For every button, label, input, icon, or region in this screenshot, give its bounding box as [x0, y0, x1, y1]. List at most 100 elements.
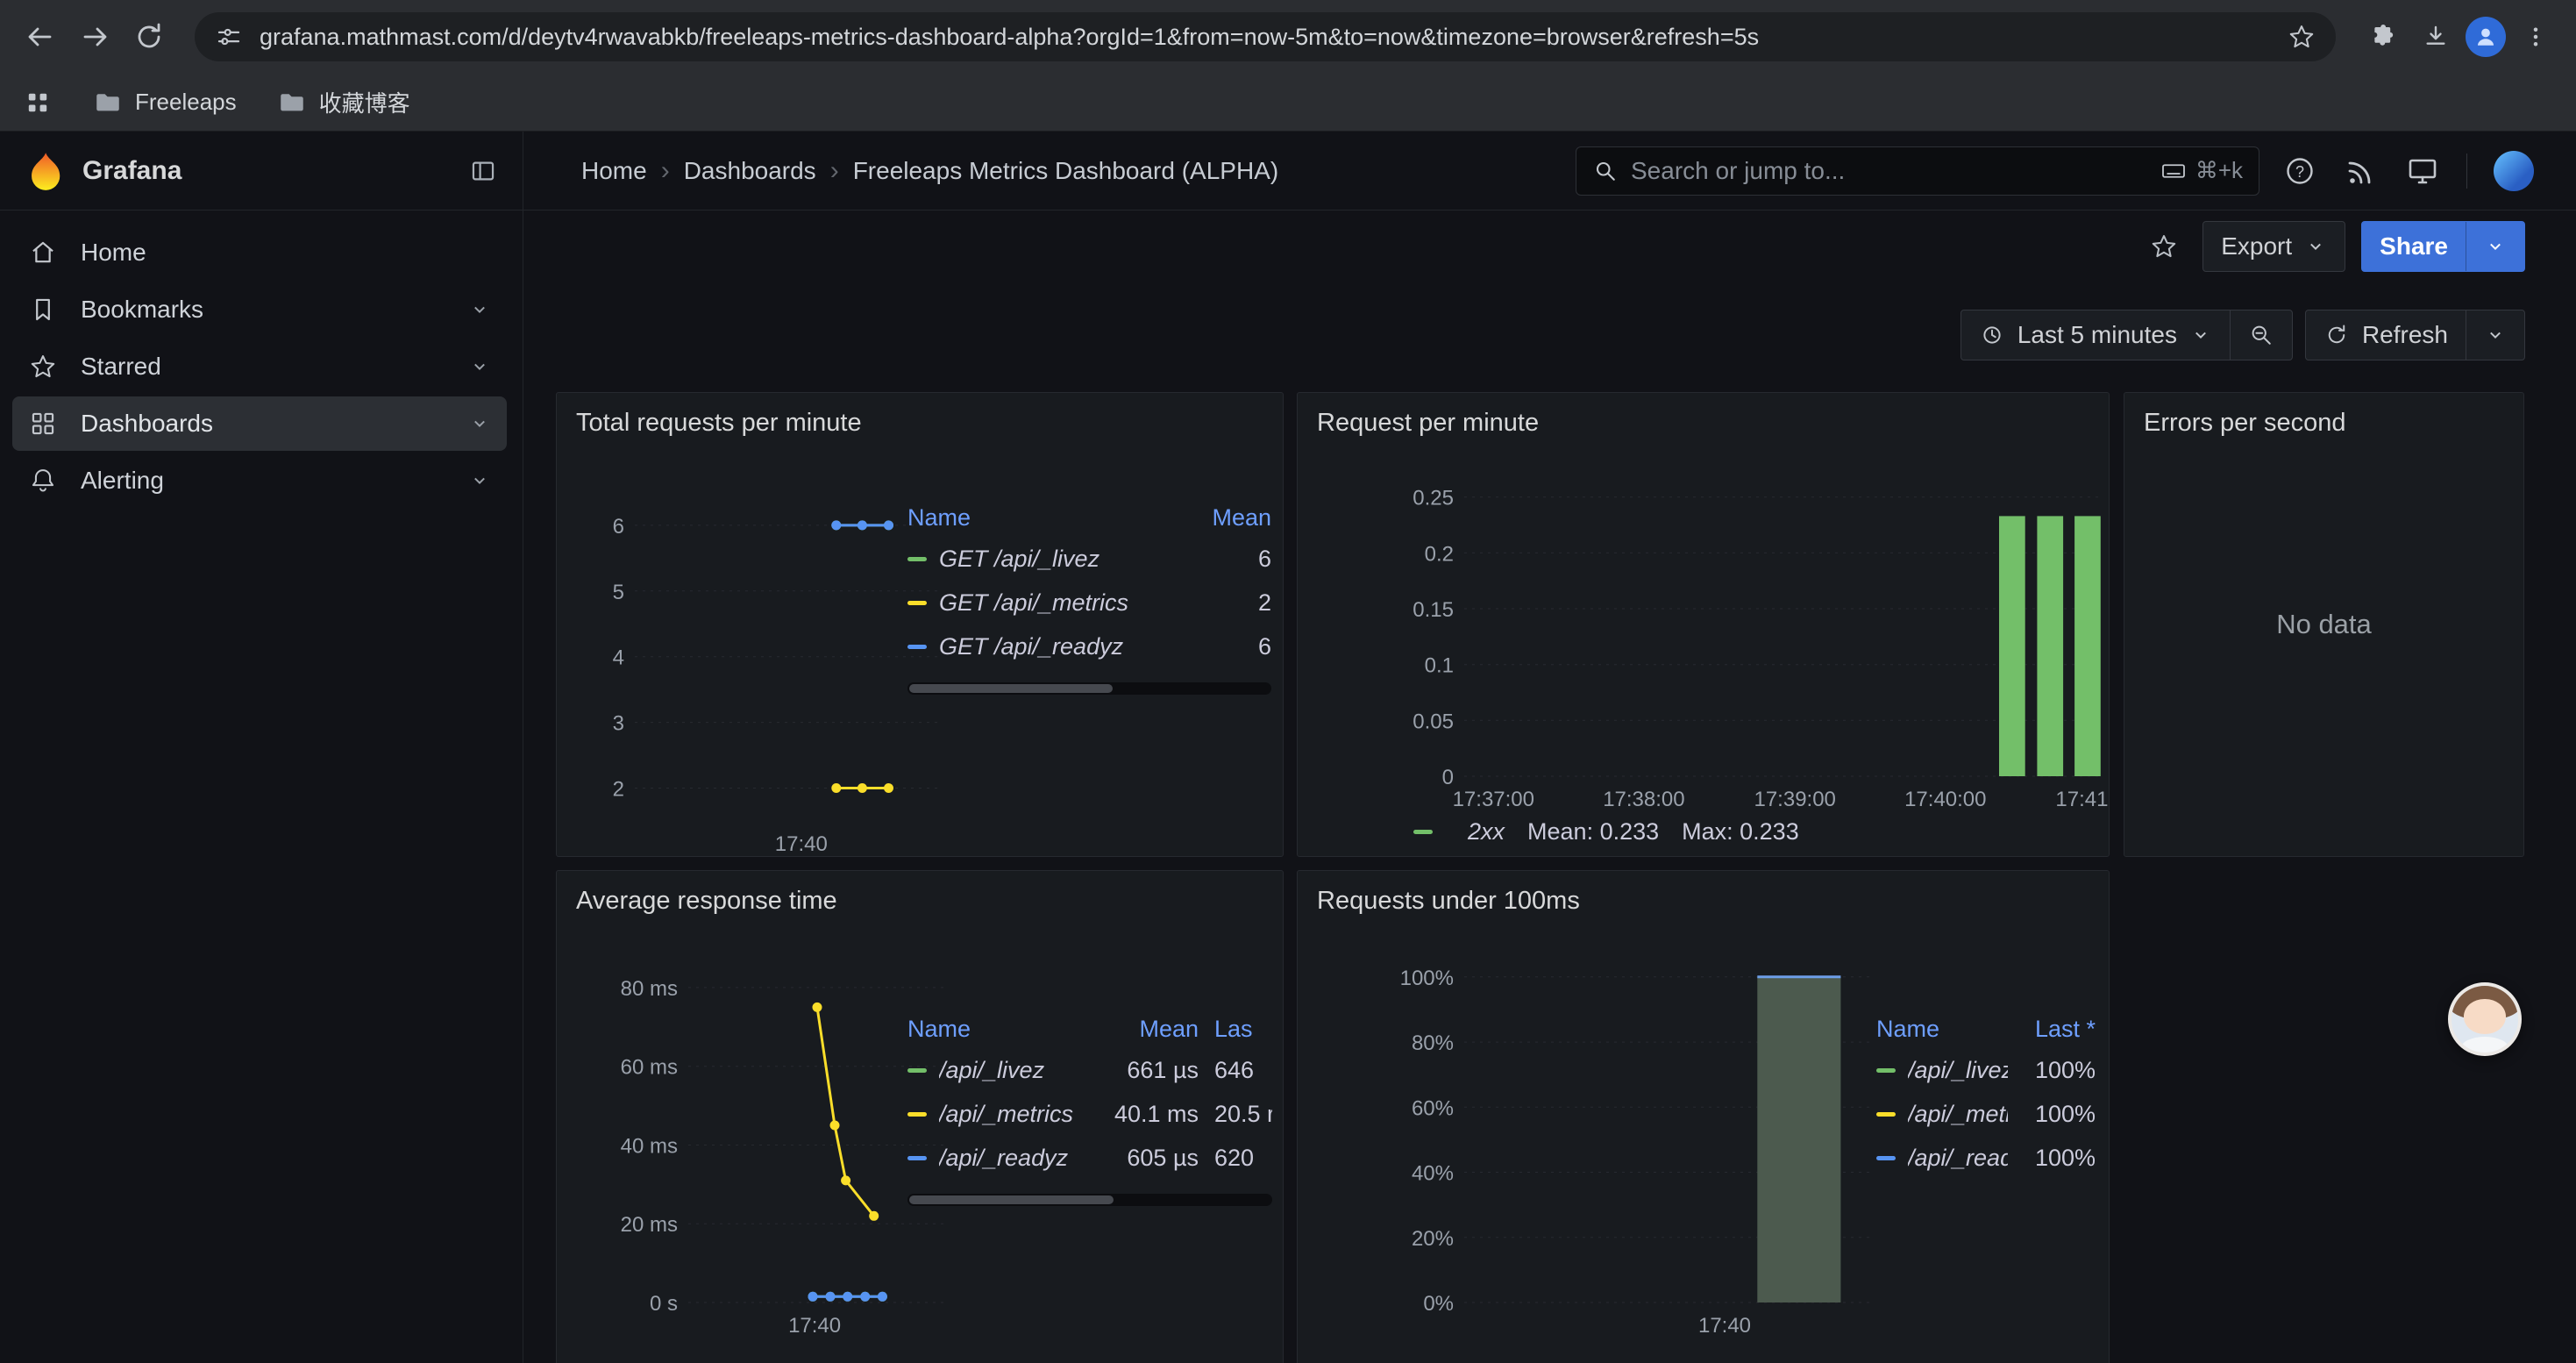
- browser-menu-icon[interactable]: [2511, 12, 2560, 61]
- legend-col-mean[interactable]: Mean: [1192, 504, 1271, 532]
- series-swatch: [907, 601, 927, 605]
- zoom-out-button[interactable]: [2230, 310, 2292, 360]
- share-menu-chevron[interactable]: [2466, 222, 2524, 271]
- bookmark-star-icon[interactable]: [2287, 22, 2316, 52]
- legend-header: Name Last *: [1876, 1010, 2096, 1048]
- panel-title[interactable]: Total requests per minute: [557, 393, 1283, 453]
- sidebar-item-starred[interactable]: Starred: [12, 339, 507, 394]
- chevron-down-icon[interactable]: [468, 469, 491, 492]
- sidebar-toggle-icon[interactable]: [468, 156, 498, 186]
- user-avatar[interactable]: [2494, 151, 2534, 191]
- scrollbar-thumb[interactable]: [909, 684, 1113, 693]
- svg-text:17:40: 17:40: [775, 832, 828, 856]
- svg-text:20 ms: 20 ms: [621, 1213, 678, 1237]
- svg-text:6: 6: [613, 515, 624, 539]
- profile-avatar[interactable]: [2466, 17, 2506, 57]
- legend-row[interactable]: /api/_metrics 40.1 ms 20.5 r: [907, 1092, 1272, 1136]
- bookmark-label: 收藏博客: [319, 86, 410, 118]
- legend-row[interactable]: GET /api/_readyz 6: [907, 624, 1271, 668]
- sidebar-item-bookmarks[interactable]: Bookmarks: [12, 282, 507, 337]
- svg-text:0.2: 0.2: [1425, 542, 1454, 566]
- reload-icon[interactable]: [125, 12, 174, 61]
- scrollbar-thumb[interactable]: [909, 1195, 1114, 1204]
- downloads-icon[interactable]: [2411, 12, 2460, 61]
- total-requests-chart[interactable]: 6543217:40: [569, 474, 946, 856]
- average-response-chart[interactable]: 80 ms60 ms40 ms20 ms0 s17:40: [569, 952, 955, 1338]
- grafana-logo-icon[interactable]: [25, 151, 65, 191]
- bell-icon: [28, 466, 58, 496]
- legend-row[interactable]: /api/_readyz 100%: [1876, 1136, 2096, 1180]
- extensions-icon[interactable]: [2357, 12, 2406, 61]
- chevron-down-icon[interactable]: [468, 298, 491, 321]
- browser-toolbar: [0, 0, 2576, 74]
- chevron-down-icon[interactable]: [468, 412, 491, 435]
- panel-request-per-minute: Request per minute 0.250.20.150.10.05017…: [1297, 392, 2110, 857]
- breadcrumb-dashboards[interactable]: Dashboards: [684, 157, 816, 185]
- legend-row[interactable]: GET /api/_metrics 2: [907, 581, 1271, 624]
- help-icon[interactable]: ?: [2282, 153, 2317, 189]
- legend-col-last[interactable]: Las: [1199, 1016, 1272, 1043]
- series-name: GET /api/_readyz: [939, 633, 1192, 660]
- request-per-minute-legend[interactable]: 2xx Mean: 0.233 Max: 0.233: [1413, 818, 1799, 846]
- news-rss-icon[interactable]: [2344, 153, 2379, 189]
- apps-grid-icon[interactable]: [23, 88, 53, 118]
- chevron-down-icon[interactable]: [468, 355, 491, 378]
- legend-col-name[interactable]: Name: [1876, 1016, 2008, 1043]
- monitor-icon[interactable]: [2405, 153, 2440, 189]
- refresh-button[interactable]: Refresh: [2306, 310, 2466, 360]
- forward-icon[interactable]: [70, 12, 119, 61]
- legend-scrollbar[interactable]: [907, 682, 1271, 695]
- dashboard-toolbar: Last 5 minutes: [1960, 310, 2525, 360]
- legend-row[interactable]: GET /api/_livez 6: [907, 537, 1271, 581]
- under-100ms-legend: Name Last * /api/_livez 100% /api/_metri…: [1876, 1010, 2096, 1180]
- svg-text:100%: 100%: [1400, 967, 1454, 990]
- export-button[interactable]: Export: [2202, 221, 2345, 272]
- search-input[interactable]: [1631, 157, 2148, 185]
- legend-col-name[interactable]: Name: [907, 1016, 1093, 1043]
- folder-icon: [277, 88, 307, 118]
- svg-text:20%: 20%: [1412, 1227, 1454, 1251]
- svg-text:17:39:00: 17:39:00: [1754, 788, 1835, 811]
- refresh-icon: [2323, 322, 2350, 348]
- time-range-picker[interactable]: Last 5 minutes: [1961, 310, 2230, 360]
- sidebar-item-home[interactable]: Home: [12, 225, 507, 280]
- assistant-avatar[interactable]: [2448, 982, 2522, 1056]
- svg-text:0.25: 0.25: [1413, 487, 1454, 510]
- series-swatch: [907, 645, 927, 649]
- search-box[interactable]: ⌘+k: [1576, 146, 2259, 196]
- panel-title[interactable]: Requests under 100ms: [1298, 871, 2109, 931]
- header-icons: ?: [2282, 151, 2534, 191]
- legend-row[interactable]: /api/_livez 100%: [1876, 1048, 2096, 1092]
- share-button[interactable]: Share: [2362, 222, 2466, 271]
- panel-title[interactable]: Request per minute: [1298, 393, 2109, 453]
- series-name: /api/_readyz: [1908, 1145, 2008, 1172]
- bookmark-folder-freeleaps[interactable]: Freeleaps: [93, 88, 237, 118]
- legend-scrollbar[interactable]: [907, 1194, 1272, 1206]
- panel-title[interactable]: Average response time: [557, 871, 1283, 931]
- legend-col-last[interactable]: Last *: [2008, 1016, 2096, 1043]
- legend-row[interactable]: /api/_livez 661 µs 646: [907, 1048, 1272, 1092]
- legend-header: Name Mean: [907, 498, 1271, 537]
- requests-under-100ms-chart[interactable]: 100%80%60%40%20%0%17:40: [1310, 952, 1880, 1338]
- clock-icon: [1979, 322, 2005, 348]
- url-bar[interactable]: [195, 12, 2336, 61]
- svg-text:40 ms: 40 ms: [621, 1135, 678, 1159]
- bookmark-folder-blog[interactable]: 收藏博客: [277, 86, 410, 118]
- breadcrumb-separator: ›: [661, 156, 670, 186]
- request-per-minute-chart[interactable]: 0.250.20.150.10.05017:37:0017:38:0017:39…: [1310, 474, 2108, 811]
- sidebar-item-alerting[interactable]: Alerting: [12, 453, 507, 508]
- url-input[interactable]: [260, 24, 2271, 51]
- legend-col-mean[interactable]: Mean: [1093, 1016, 1199, 1043]
- sidebar-item-dashboards[interactable]: Dashboards: [12, 396, 507, 451]
- favorite-star-icon[interactable]: [2141, 224, 2187, 269]
- site-info-icon[interactable]: [214, 22, 244, 52]
- breadcrumb-home[interactable]: Home: [581, 157, 647, 185]
- series-swatch: [907, 1112, 927, 1117]
- legend-row[interactable]: /api/_readyz 605 µs 620: [907, 1136, 1272, 1180]
- legend-col-name[interactable]: Name: [907, 504, 1192, 532]
- back-icon[interactable]: [16, 12, 65, 61]
- chevron-down-icon: [2189, 324, 2212, 346]
- series-name: 2xx: [1468, 818, 1505, 846]
- legend-row[interactable]: /api/_metrics 100%: [1876, 1092, 2096, 1136]
- refresh-interval-chevron[interactable]: [2466, 310, 2524, 360]
